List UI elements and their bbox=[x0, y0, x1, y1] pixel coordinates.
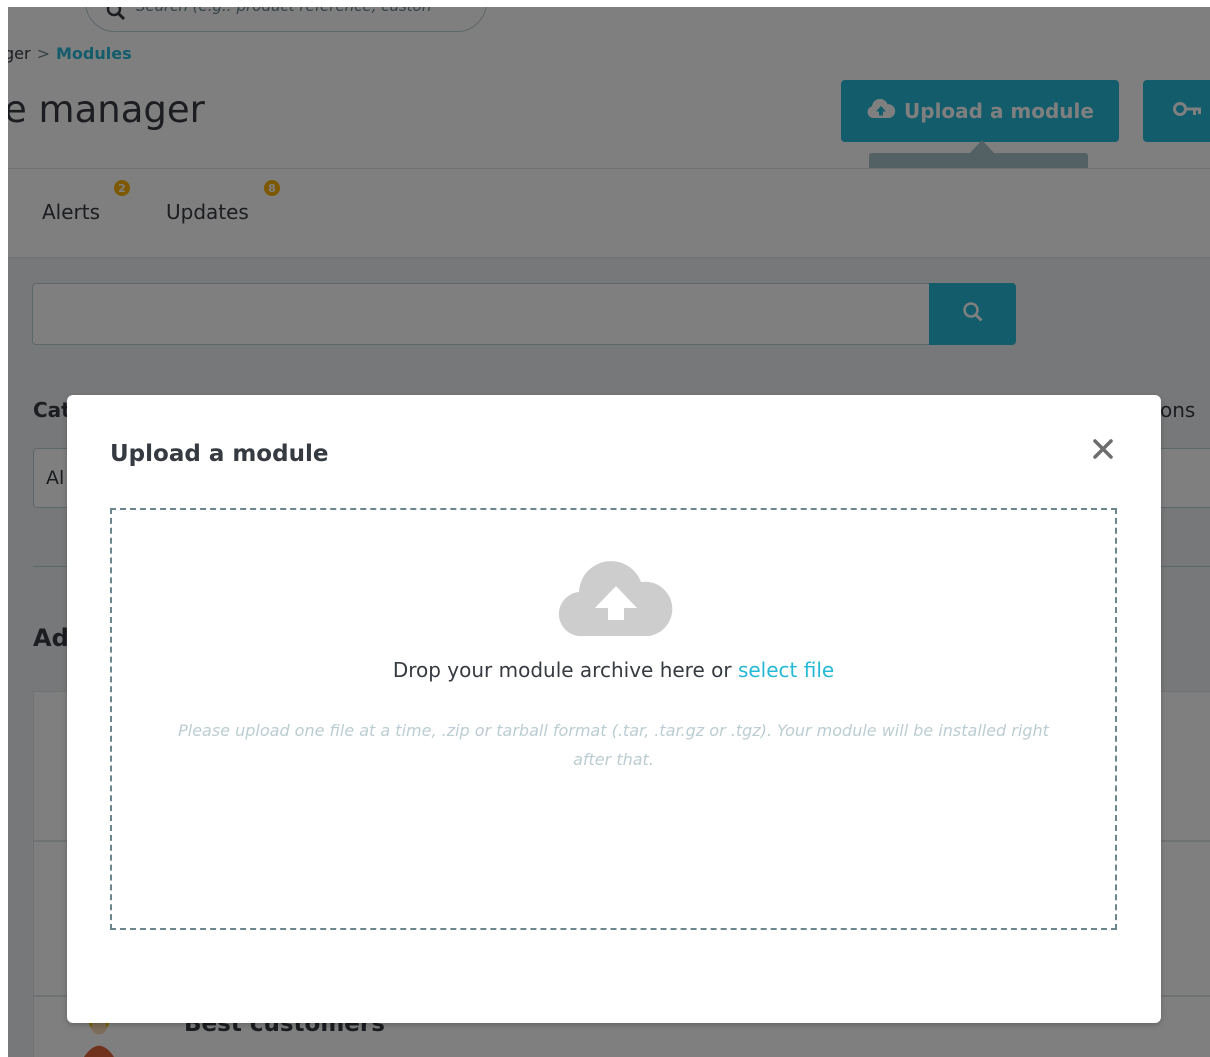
upload-hint: Please upload one file at a time, .zip o… bbox=[178, 721, 1049, 769]
window-top-strip bbox=[0, 0, 1210, 7]
window-left-strip bbox=[0, 0, 8, 1057]
module-dropzone[interactable]: Drop your module archive here or select … bbox=[110, 508, 1117, 930]
drop-text: Drop your module archive here or bbox=[392, 658, 732, 682]
cloud-upload-icon bbox=[557, 558, 675, 646]
module-manager-page: Search (e.g.: product reference, custon … bbox=[0, 0, 1210, 1057]
close-icon[interactable] bbox=[1089, 435, 1117, 463]
select-file-link[interactable]: select file bbox=[738, 658, 834, 682]
drop-instructions: Drop your module archive here or select … bbox=[112, 658, 1115, 682]
modal-title: Upload a module bbox=[110, 441, 329, 467]
upload-module-modal: Upload a module Drop your module archive… bbox=[67, 395, 1161, 1023]
